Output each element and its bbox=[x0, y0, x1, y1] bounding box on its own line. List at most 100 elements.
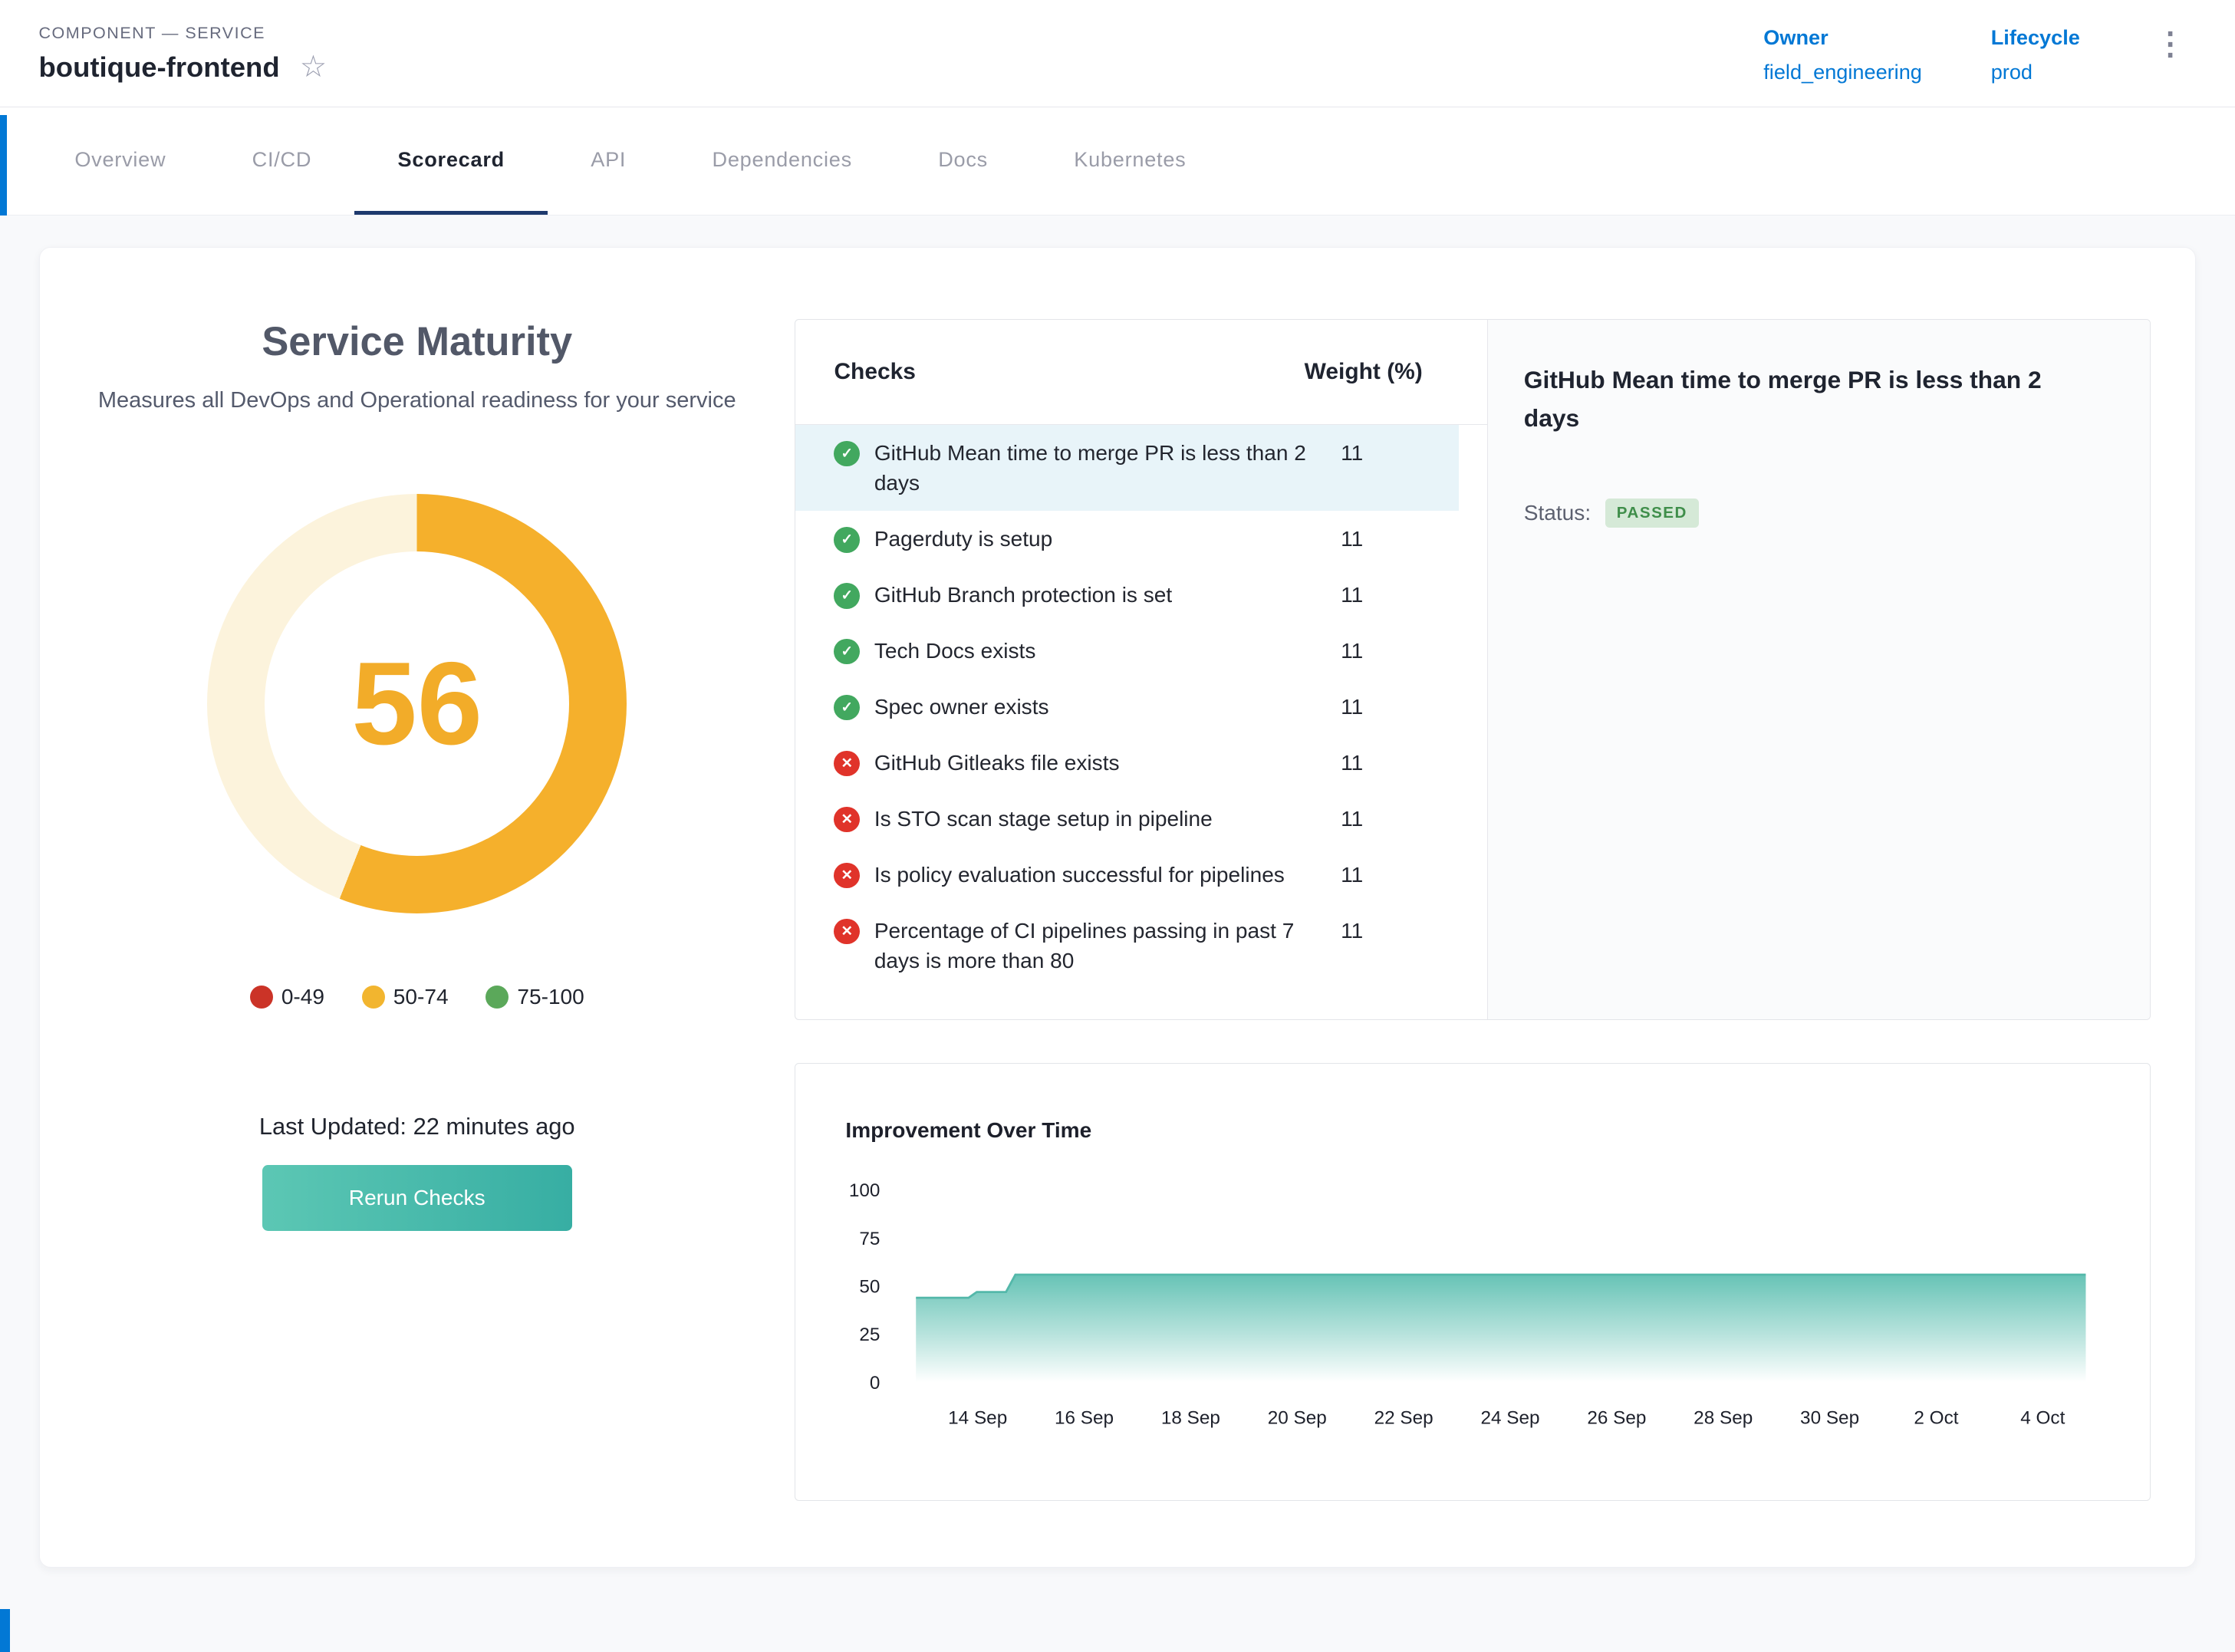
check-weight: 11 bbox=[1341, 804, 1451, 834]
check-passed-icon: ✓ bbox=[834, 441, 860, 467]
y-axis-tick: 50 bbox=[859, 1276, 880, 1297]
owner-value-link[interactable]: field_engineering bbox=[1763, 60, 1922, 84]
check-label: Is STO scan stage setup in pipeline bbox=[874, 804, 1341, 834]
legend-label: 50-74 bbox=[393, 985, 449, 1009]
rerun-checks-button[interactable]: Rerun Checks bbox=[262, 1165, 572, 1231]
x-axis-tick: 22 Sep bbox=[1374, 1408, 1433, 1429]
last-updated-text: Last Updated: 22 minutes ago bbox=[40, 1113, 795, 1140]
tab-docs[interactable]: Docs bbox=[895, 107, 1031, 214]
status-row: Status: PASSED bbox=[1524, 499, 2108, 528]
x-axis-tick: 2 Oct bbox=[1914, 1408, 1958, 1429]
tab-overview[interactable]: Overview bbox=[31, 107, 209, 214]
score-donut-hole: 56 bbox=[265, 551, 569, 856]
page-header: COMPONENT — SERVICE boutique-frontend ☆ … bbox=[0, 0, 2235, 107]
x-axis-tick: 28 Sep bbox=[1694, 1408, 1753, 1429]
nav-edge-strip-top bbox=[0, 115, 7, 216]
lifecycle-block: Lifecycle prod bbox=[1991, 25, 2080, 84]
legend-dot bbox=[486, 986, 509, 1009]
scorecard-title: Service Maturity bbox=[40, 319, 795, 365]
tab-kubernetes[interactable]: Kubernetes bbox=[1031, 107, 1229, 214]
y-axis-tick: 75 bbox=[859, 1229, 880, 1249]
title-row: boutique-frontend ☆ bbox=[39, 51, 328, 84]
y-axis-tick: 25 bbox=[859, 1325, 880, 1345]
legend-dot bbox=[362, 986, 385, 1009]
check-failed-icon: ✕ bbox=[834, 919, 860, 945]
tab-dependencies[interactable]: Dependencies bbox=[669, 107, 895, 214]
check-weight: 11 bbox=[1341, 580, 1451, 610]
legend-label: 75-100 bbox=[517, 985, 584, 1009]
check-row[interactable]: ✓ Pagerduty is setup11 bbox=[795, 511, 1459, 567]
tab-api[interactable]: API bbox=[548, 107, 669, 214]
tab-ci-cd[interactable]: CI/CD bbox=[209, 107, 355, 214]
check-detail-panel: GitHub Mean time to merge PR is less tha… bbox=[1487, 320, 2151, 1019]
check-weight: 11 bbox=[1341, 860, 1451, 890]
legend-item: 50-74 bbox=[362, 985, 449, 1009]
check-weight: 11 bbox=[1341, 524, 1451, 554]
x-axis-tick: 24 Sep bbox=[1480, 1408, 1539, 1429]
checks-list: ✓ GitHub Mean time to merge PR is less th… bbox=[795, 425, 1487, 989]
check-weight: 11 bbox=[1341, 438, 1451, 468]
check-row[interactable]: ✕GitHub Gitleaks file exists11 bbox=[795, 735, 1459, 791]
check-passed-icon: ✓ bbox=[834, 527, 860, 553]
header-left: COMPONENT — SERVICE boutique-frontend ☆ bbox=[39, 24, 328, 84]
lifecycle-label[interactable]: Lifecycle bbox=[1991, 25, 2080, 50]
favorite-star-icon[interactable]: ☆ bbox=[300, 52, 327, 82]
legend-dot bbox=[250, 986, 273, 1009]
check-label: Is policy evaluation successful for pipe… bbox=[874, 860, 1341, 890]
x-axis-tick: 30 Sep bbox=[1800, 1408, 1859, 1429]
check-label: Percentage of CI pipelines passing in pa… bbox=[874, 916, 1341, 976]
improvement-chart-panel: Improvement Over Time 100755025014 Sep16… bbox=[795, 1063, 2151, 1501]
check-passed-icon: ✓ bbox=[834, 695, 860, 721]
main-content: Service Maturity Measures all DevOps and… bbox=[0, 216, 2235, 1568]
tab-scorecard[interactable]: Scorecard bbox=[354, 107, 548, 214]
x-axis-tick: 20 Sep bbox=[1268, 1408, 1327, 1429]
tab-bar: OverviewCI/CDScorecardAPIDependenciesDoc… bbox=[0, 107, 2235, 215]
checks-panel: Checks Weight (%) ✓ GitHub Mean time to m… bbox=[795, 319, 2151, 1019]
nav-edge-strip-bottom bbox=[0, 1609, 10, 1652]
score-value: 56 bbox=[351, 636, 482, 772]
kebab-menu-icon[interactable]: ⋮ bbox=[2149, 25, 2192, 63]
score-donut: 56 bbox=[207, 494, 626, 913]
x-axis-tick: 26 Sep bbox=[1587, 1408, 1646, 1429]
check-label: GitHub Mean time to merge PR is less tha… bbox=[874, 438, 1341, 499]
x-axis-tick: 4 Oct bbox=[2020, 1408, 2065, 1429]
check-label: GitHub Branch protection is set bbox=[874, 580, 1341, 610]
check-row[interactable]: ✕Is policy evaluation successful for pip… bbox=[795, 847, 1459, 903]
owner-block: Owner field_engineering bbox=[1763, 25, 1922, 84]
scorecard-subtitle: Measures all DevOps and Operational read… bbox=[78, 383, 755, 420]
checks-table-header: Checks Weight (%) bbox=[795, 320, 1487, 425]
check-row[interactable]: ✓Tech Docs exists11 bbox=[795, 623, 1459, 679]
page-title: boutique-frontend bbox=[39, 51, 280, 84]
check-label: Spec owner exists bbox=[874, 692, 1341, 722]
service-maturity-panel: Service Maturity Measures all DevOps and… bbox=[40, 248, 795, 1231]
check-row[interactable]: ✓ Spec owner exists11 bbox=[795, 679, 1459, 735]
page: COMPONENT — SERVICE boutique-frontend ☆ … bbox=[0, 0, 2235, 1652]
check-row[interactable]: ✓ GitHub Branch protection is set11 bbox=[795, 567, 1459, 623]
status-label: Status: bbox=[1524, 501, 1591, 525]
legend-item: 0-49 bbox=[250, 985, 324, 1009]
check-failed-icon: ✕ bbox=[834, 807, 860, 833]
check-detail-title: GitHub Mean time to merge PR is less tha… bbox=[1524, 360, 2077, 438]
check-row[interactable]: ✕ Is STO scan stage setup in pipeline11 bbox=[795, 791, 1459, 847]
check-weight: 11 bbox=[1341, 692, 1451, 722]
score-legend: 0-49 50-74 75-100 bbox=[40, 985, 795, 1009]
lifecycle-value[interactable]: prod bbox=[1991, 60, 2080, 84]
check-passed-icon: ✓ bbox=[834, 639, 860, 665]
y-axis-tick: 0 bbox=[870, 1373, 881, 1394]
check-passed-icon: ✓ bbox=[834, 583, 860, 609]
check-label: Pagerduty is setup bbox=[874, 524, 1341, 554]
check-label: GitHub Gitleaks file exists bbox=[874, 748, 1341, 778]
breadcrumb: COMPONENT — SERVICE bbox=[39, 24, 328, 43]
check-weight: 11 bbox=[1341, 636, 1451, 666]
x-axis-tick: 16 Sep bbox=[1055, 1408, 1114, 1429]
check-row[interactable]: ✕ Percentage of CI pipelines passing in p… bbox=[795, 903, 1459, 989]
check-weight: 11 bbox=[1341, 916, 1451, 946]
owner-label[interactable]: Owner bbox=[1763, 25, 1922, 50]
check-row[interactable]: ✓ GitHub Mean time to merge PR is less th… bbox=[795, 425, 1459, 511]
checks-column: Checks Weight (%) ✓ GitHub Mean time to m… bbox=[795, 320, 1487, 1019]
header-right: Owner field_engineering Lifecycle prod ⋮ bbox=[1763, 22, 2192, 84]
status-badge: PASSED bbox=[1605, 499, 1699, 528]
check-weight: 11 bbox=[1341, 748, 1451, 778]
weight-header-label: Weight (%) bbox=[1305, 359, 1487, 385]
legend-item: 75-100 bbox=[486, 985, 584, 1009]
